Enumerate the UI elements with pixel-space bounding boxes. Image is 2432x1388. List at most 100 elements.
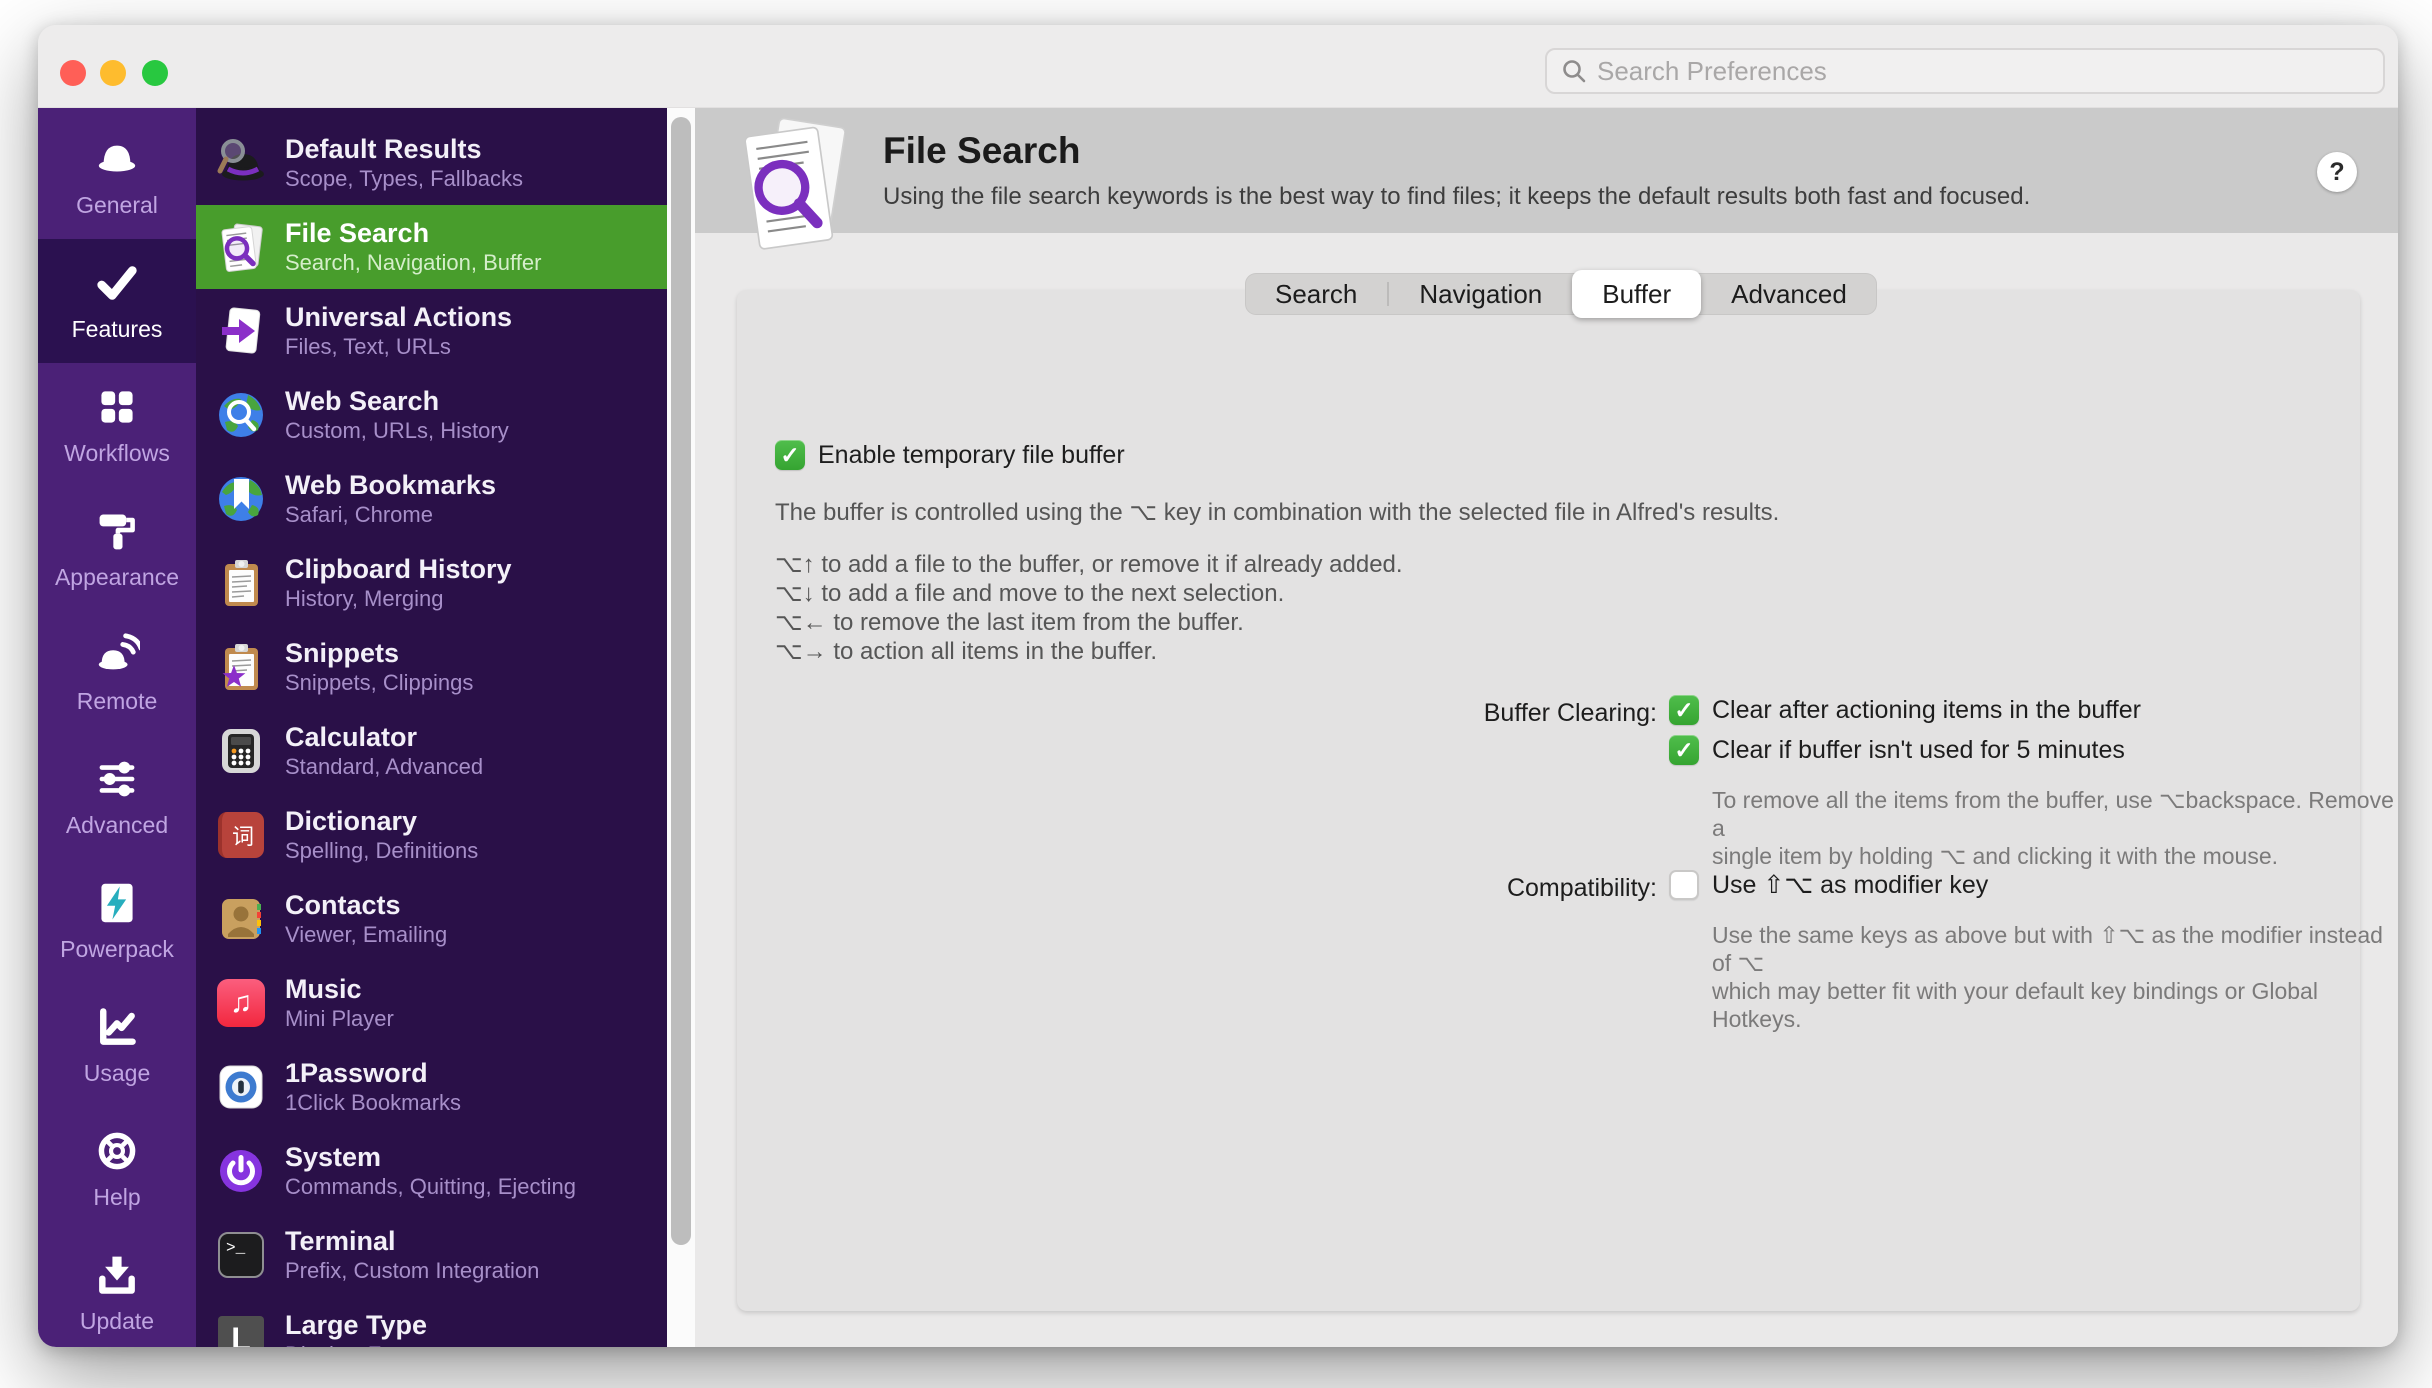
sidebar-item-usage[interactable]: Usage (38, 983, 196, 1107)
sidebar-item-powerpack[interactable]: Powerpack (38, 859, 196, 983)
list-scrollbar-track[interactable] (667, 108, 695, 1347)
list-item-calculator[interactable]: Calculator Standard, Advanced (196, 709, 667, 793)
contacts-icon (214, 892, 268, 946)
globe-bookmark-icon (214, 472, 268, 526)
list-item-web-search[interactable]: Web Search Custom, URLs, History (196, 373, 667, 457)
tab-search[interactable]: Search (1245, 273, 1387, 315)
list-item-system[interactable]: System Commands, Quitting, Ejecting (196, 1129, 667, 1213)
page-subtitle: Using the file search keywords is the be… (883, 183, 2031, 210)
large-type-icon: L (214, 1312, 268, 1347)
list-item-contacts[interactable]: Contacts Viewer, Emailing (196, 877, 667, 961)
tab-advanced[interactable]: Advanced (1701, 273, 1877, 315)
search-icon (1563, 60, 1586, 83)
sidebar-item-general[interactable]: General (38, 115, 196, 239)
compatibility-label: Compatibility: (1506, 874, 1657, 902)
list-item-title: Web Bookmarks (285, 470, 497, 501)
clipboard-icon (214, 556, 268, 610)
calculator-icon (214, 724, 268, 778)
list-item-large-type[interactable]: L Large TypeDisplay, Font (196, 1297, 667, 1347)
clear-after-actioning-checkbox[interactable] (1669, 695, 1699, 725)
list-item-subtitle: Standard, Advanced (285, 754, 484, 780)
sidebar-item-features[interactable]: Features (38, 239, 196, 363)
search-input[interactable] (1597, 55, 2369, 87)
chart-icon (93, 1003, 141, 1051)
buffer-clearing-label: Buffer Clearing: (1483, 699, 1657, 727)
music-note-icon: ♫ (214, 976, 268, 1030)
features-list: Default Results Scope, Types, Fallbacks F… (196, 108, 667, 1347)
modifier-key-option[interactable]: Use ⇧⌥ as modifier key (1669, 870, 1988, 900)
list-item-title: File Search (285, 218, 430, 249)
list-item-title: Calculator (285, 722, 418, 753)
titlebar (38, 25, 2398, 108)
list-item-subtitle: Display, Font (285, 1341, 427, 1347)
shortcut-line: ⌥↓ to add a file and move to the next se… (775, 580, 1285, 607)
list-item-terminal[interactable]: >_ Terminal Prefix, Custom Integration (196, 1213, 667, 1297)
tab-label: Navigation (1419, 278, 1543, 309)
zoom-button[interactable] (142, 60, 168, 86)
list-item-title: System (285, 1142, 382, 1173)
clear-if-unused-option[interactable]: Clear if buffer isn't used for 5 minutes (1669, 735, 2125, 765)
tab-buffer[interactable]: Buffer (1572, 270, 1702, 318)
enable-buffer-option[interactable]: Enable temporary file buffer (775, 440, 1125, 470)
list-item-title: Large Type (285, 1310, 428, 1341)
clear-after-actioning-option[interactable]: Clear after actioning items in the buffe… (1669, 695, 2141, 725)
sidebar-item-remote[interactable]: Remote (38, 611, 196, 735)
list-item-universal-actions[interactable]: Universal Actions Files, Text, URLs (196, 289, 667, 373)
list-item-subtitle: Custom, URLs, History (285, 418, 509, 444)
list-item-1password[interactable]: 1Password 1Click Bookmarks (196, 1045, 667, 1129)
modifier-key-label: Use ⇧⌥ as modifier key (1712, 871, 1989, 899)
list-item-snippets[interactable]: Snippets Snippets, Clippings (196, 625, 667, 709)
list-item-title: Music (285, 974, 362, 1005)
clear-if-unused-checkbox[interactable] (1669, 735, 1699, 765)
list-item-title: 1Password (285, 1058, 428, 1089)
grid-icon (93, 383, 141, 431)
list-item-subtitle: Safari, Chrome (285, 502, 433, 528)
list-item-web-bookmarks[interactable]: Web Bookmarks Safari, Chrome (196, 457, 667, 541)
list-scrollbar-thumb[interactable] (671, 117, 691, 1245)
tab-label: Advanced (1731, 278, 1847, 309)
list-item-dictionary[interactable]: 词 Dictionary Spelling, Definitions (196, 793, 667, 877)
enable-buffer-checkbox[interactable] (775, 440, 805, 470)
enable-buffer-label: Enable temporary file buffer (818, 440, 1125, 469)
list-item-music[interactable]: ♫ Music Mini Player (196, 961, 667, 1045)
sidebar-item-appearance[interactable]: Appearance (38, 487, 196, 611)
help-glyph: ? (2329, 157, 2345, 186)
nav-label: Appearance (54, 564, 180, 590)
terminal-glyph: >_ (226, 1239, 246, 1257)
sidebar-item-help[interactable]: Help (38, 1107, 196, 1231)
tab-navigation[interactable]: Navigation (1389, 273, 1572, 315)
hat-magnifier-icon (214, 136, 268, 190)
globe-magnifier-icon (214, 388, 268, 442)
list-item-clipboard-history[interactable]: Clipboard History History, Merging (196, 541, 667, 625)
sidebar-item-update[interactable]: Update (38, 1231, 196, 1347)
content-area: File Search Using the file search keywor… (695, 108, 2398, 1347)
download-icon (93, 1251, 141, 1299)
note-line: which may better fit with your default k… (1712, 978, 2318, 1032)
nav-label: Update (79, 1308, 155, 1334)
list-item-subtitle: Commands, Quitting, Ejecting (285, 1174, 577, 1200)
list-item-title: Dictionary (285, 806, 418, 837)
list-item-title: Clipboard History (285, 554, 512, 585)
lightning-icon (93, 879, 141, 927)
sidebar-item-workflows[interactable]: Workflows (38, 363, 196, 487)
list-item-subtitle: Prefix, Custom Integration (285, 1258, 540, 1284)
nav-label: Features (71, 316, 163, 342)
paint-roller-icon (93, 507, 141, 555)
nav-label: Powerpack (60, 936, 174, 962)
modifier-key-checkbox[interactable] (1669, 870, 1699, 900)
minimize-button[interactable] (100, 60, 126, 86)
clear-after-actioning-label: Clear after actioning items in the buffe… (1712, 695, 2141, 724)
tab-label: Search (1275, 278, 1358, 309)
buffer-intro-text: The buffer is controlled using the ⌥ key… (775, 499, 1780, 526)
list-item-subtitle: Files, Text, URLs (285, 334, 451, 360)
hat-wifi-icon (93, 631, 141, 679)
alfred-preferences-window: General Features Workflows Appearance Re… (38, 25, 2398, 1347)
list-item-file-search[interactable]: File Search Search, Navigation, Buffer (196, 205, 667, 289)
help-button[interactable]: ? (2317, 152, 2357, 192)
list-item-default-results[interactable]: Default Results Scope, Types, Fallbacks (196, 121, 667, 205)
nav-label: Help (93, 1184, 141, 1210)
preferences-search-field[interactable] (1545, 48, 2385, 94)
close-button[interactable] (60, 60, 86, 86)
sidebar-item-advanced[interactable]: Advanced (38, 735, 196, 859)
onepassword-icon (214, 1060, 268, 1114)
